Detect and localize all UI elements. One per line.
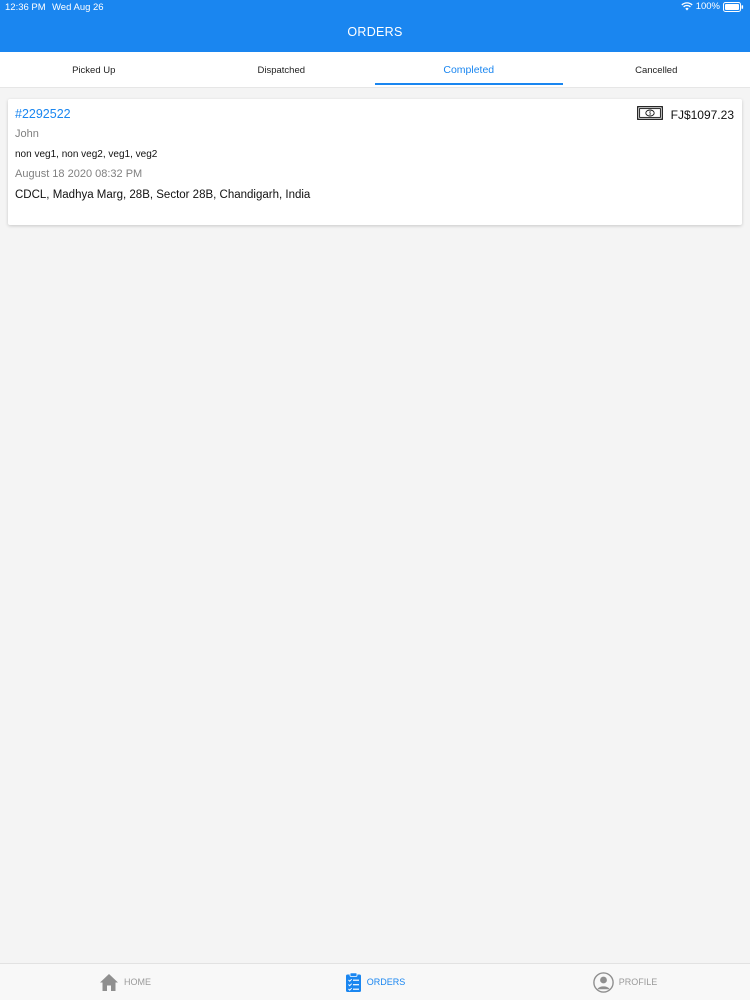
svg-text:$: $ [648,111,651,116]
tab-cancelled[interactable]: Cancelled [563,52,750,87]
tab-completed[interactable]: Completed [375,52,563,87]
order-date: August 18 2020 08:32 PM [15,168,143,180]
order-items: non veg1, non veg2, veg1, veg2 [15,149,158,160]
home-icon [99,973,119,992]
status-indicators: 100% [681,1,744,12]
order-id[interactable]: #2292522 [15,107,71,121]
cash-icon: $ [636,106,663,123]
wifi-icon [681,2,693,11]
nav-profile[interactable]: PROFILE [500,964,750,1000]
status-time: 12:36 PM [5,2,46,13]
battery-percent: 100% [695,1,720,12]
status-date: Wed Aug 26 [52,2,104,13]
nav-home[interactable]: HOME [0,964,250,1000]
bottom-nav: HOME ORDERS PROFILE [0,963,750,1000]
order-address: CDCL, Madhya Marg, 28B, Sector 28B, Chan… [15,189,311,201]
order-customer: John [15,128,39,140]
order-card[interactable]: #2292522 $ FJ$1097.23 John non veg1, non… [8,99,742,225]
order-amount-value: FJ$1097.23 [670,107,734,122]
order-status-tabs: Picked Up Dispatched Completed Cancelled [0,52,750,88]
battery-icon [723,1,744,12]
tab-dispatched[interactable]: Dispatched [188,52,376,87]
nav-orders-label: ORDERS [366,977,406,987]
nav-orders[interactable]: ORDERS [250,964,500,1000]
clipboard-icon [345,971,362,993]
status-bar: 12:36 PM Wed Aug 26 100% [0,0,750,16]
tab-picked-up[interactable]: Picked Up [0,52,188,87]
profile-icon [592,971,614,993]
order-amount: $ FJ$1097.23 [636,106,734,123]
app-header: 12:36 PM Wed Aug 26 100% ORDERS [0,0,750,52]
nav-home-label: HOME [124,977,151,987]
nav-profile-label: PROFILE [618,977,658,987]
page-title: ORDERS [347,25,403,39]
